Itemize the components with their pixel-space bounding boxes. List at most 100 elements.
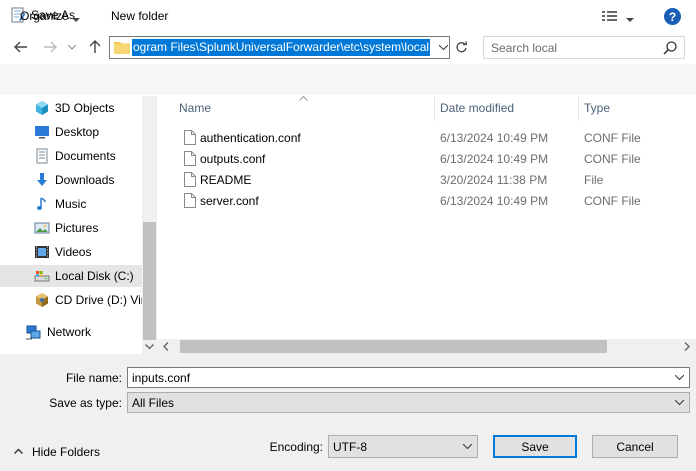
file-name-label: File name:: [65, 371, 122, 385]
file-date: 6/13/2024 10:49 PM: [440, 131, 549, 145]
pictures-icon: [34, 220, 50, 236]
column-divider[interactable]: [434, 97, 435, 121]
refresh-icon: [455, 41, 467, 53]
nav-item-downloads[interactable]: Downloads: [0, 169, 142, 191]
file-name-value[interactable]: inputs.conf: [132, 371, 190, 385]
new-folder-button[interactable]: New folder: [111, 9, 168, 23]
back-arrow-icon: [14, 41, 27, 53]
chevron-up-icon: [14, 448, 23, 454]
help-button[interactable]: ?: [664, 8, 681, 25]
column-divider[interactable]: [578, 97, 579, 121]
column-header-type[interactable]: Type: [584, 101, 610, 115]
nav-item-pictures[interactable]: Pictures: [0, 217, 142, 239]
file-icon: [184, 151, 196, 166]
save-as-type-label: Save as type:: [49, 396, 122, 410]
nav-item-videos[interactable]: Videos: [0, 241, 142, 263]
column-header-date-modified[interactable]: Date modified: [440, 101, 514, 115]
nav-item-label: CD Drive (D:) Vir: [55, 293, 145, 307]
file-date: 6/13/2024 10:49 PM: [440, 194, 549, 208]
cube-icon: [34, 100, 50, 116]
file-icon: [184, 193, 196, 208]
nav-item-label: Music: [55, 197, 87, 211]
file-name: server.conf: [200, 194, 259, 208]
forward-button[interactable]: [39, 36, 61, 58]
nav-pane-scrollbar-thumb[interactable]: [143, 222, 156, 340]
scroll-right-arrow-icon[interactable]: [684, 342, 690, 354]
horizontal-scrollbar-thumb[interactable]: [180, 340, 607, 353]
nav-item-label: Downloads: [55, 173, 115, 187]
chevron-down-icon[interactable]: [672, 368, 687, 387]
save-as-type-select[interactable]: All Files: [127, 392, 690, 413]
file-type: CONF File: [584, 194, 641, 208]
nav-item-label: Videos: [55, 245, 92, 259]
scroll-down-arrow-icon[interactable]: [142, 339, 157, 354]
file-type: CONF File: [584, 131, 641, 145]
chevron-down-icon: [68, 44, 76, 50]
title-bar: [0, 0, 696, 31]
address-bar[interactable]: ogram Files\SplunkUniversalForwarder\etc…: [109, 36, 450, 59]
documents-icon: [34, 148, 50, 164]
videos-icon: [34, 244, 50, 260]
encoding-select[interactable]: UTF-8: [328, 435, 478, 458]
search-input[interactable]: Search local: [483, 36, 685, 59]
folder-icon: [114, 40, 130, 54]
encoding-value: UTF-8: [333, 440, 367, 454]
music-icon: [34, 196, 50, 212]
sort-ascending-icon: [299, 93, 308, 103]
search-icon[interactable]: [662, 40, 678, 56]
file-row[interactable]: authentication.conf 6/13/2024 10:49 PM C…: [157, 127, 696, 148]
hide-folders-label: Hide Folders: [32, 445, 101, 459]
column-header-name[interactable]: Name: [179, 101, 211, 115]
file-row[interactable]: outputs.conf 6/13/2024 10:49 PM CONF Fil…: [157, 148, 696, 169]
save-button[interactable]: Save: [493, 435, 577, 458]
file-name: outputs.conf: [200, 152, 266, 166]
nav-item-label: Documents: [55, 149, 116, 163]
nav-item-label: Local Disk (C:): [55, 269, 134, 283]
file-name: README: [200, 173, 252, 187]
scroll-left-arrow-icon[interactable]: [163, 342, 169, 354]
file-type: CONF File: [584, 152, 641, 166]
desktop-icon: [34, 124, 50, 140]
nav-item-documents[interactable]: Documents: [0, 145, 142, 167]
chevron-down-icon: [460, 436, 475, 457]
nav-item-label: 3D Objects: [55, 101, 115, 115]
up-arrow-icon: [89, 40, 101, 53]
nav-item-local-disk[interactable]: Local Disk (C:): [0, 265, 142, 287]
file-row[interactable]: server.conf 6/13/2024 10:49 PM CONF File: [157, 190, 696, 211]
view-dropdown-chevron-icon[interactable]: [626, 12, 634, 26]
file-type: File: [584, 173, 604, 187]
forward-arrow-icon: [44, 41, 57, 53]
network-icon: [25, 324, 41, 340]
file-date: 6/13/2024 10:49 PM: [440, 152, 549, 166]
download-icon: [34, 172, 50, 188]
nav-item-3d-objects[interactable]: 3D Objects: [0, 97, 142, 119]
nav-item-music[interactable]: Music: [0, 193, 142, 215]
file-name-field[interactable]: inputs.conf: [127, 367, 690, 388]
organize-button[interactable]: Organize: [20, 9, 69, 23]
nav-item-cd-drive[interactable]: CD Drive (D:) Vir: [0, 289, 145, 311]
nav-item-desktop[interactable]: Desktop: [0, 121, 142, 143]
save-as-type-value: All Files: [132, 396, 175, 410]
nav-item-label: Desktop: [55, 125, 100, 139]
address-dropdown[interactable]: [435, 37, 451, 58]
cd-drive-icon: [34, 292, 50, 308]
file-name: authentication.conf: [200, 131, 301, 145]
back-button[interactable]: [10, 36, 32, 58]
nav-item-label: Network: [47, 325, 92, 339]
nav-item-label: Pictures: [55, 221, 99, 235]
file-icon: [184, 130, 196, 145]
chevron-down-icon: [439, 45, 448, 50]
file-date: 3/20/2024 11:38 PM: [440, 173, 548, 187]
nav-item-network[interactable]: Network: [0, 321, 142, 343]
recent-locations-button[interactable]: [61, 36, 83, 58]
toolbar: [0, 64, 696, 95]
view-options-icon[interactable]: [601, 8, 619, 24]
drive-icon: [34, 268, 50, 284]
refresh-button[interactable]: [451, 36, 471, 59]
address-path[interactable]: ogram Files\SplunkUniversalForwarder\etc…: [132, 39, 430, 56]
chevron-down-icon: [672, 393, 687, 412]
file-row[interactable]: README 3/20/2024 11:38 PM File: [157, 169, 696, 190]
up-button[interactable]: [84, 36, 106, 58]
cancel-button[interactable]: Cancel: [592, 435, 678, 458]
file-icon: [184, 172, 196, 187]
